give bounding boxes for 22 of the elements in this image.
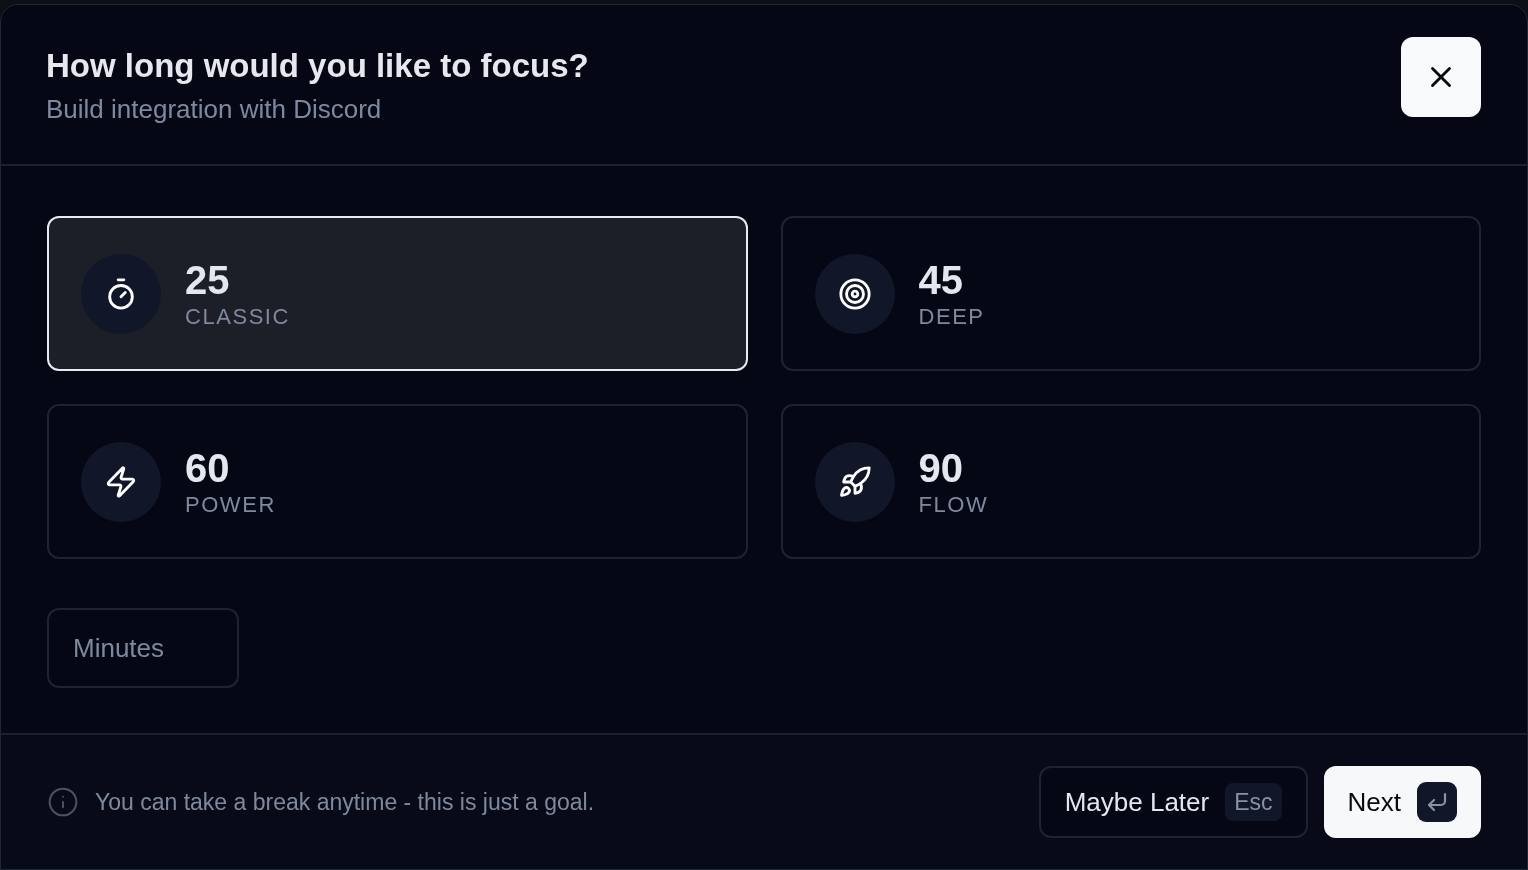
preset-label: CLASSIC [185,302,290,331]
dialog-subtitle: Build integration with Discord [46,93,383,126]
enter-key-icon [1417,782,1457,822]
preset-card[interactable]: 90 FLOW [780,404,1481,559]
info-icon [47,786,79,818]
close-button[interactable] [1401,37,1481,117]
preset-label: FLOW [918,490,989,519]
hint-text: You can take a break anytime - this is just a goal. [95,787,595,817]
preset-card[interactable]: 60 POWER [47,404,748,559]
preset-label: DEEP [918,302,985,331]
duration-value: 60 [185,444,231,491]
maybe-later-button[interactable]: Maybe Later Esc [1038,766,1308,838]
next-button[interactable]: Next [1323,766,1481,838]
duration-value: 25 [185,256,231,303]
duration-value: 90 [918,444,964,491]
dialog-title: How long would you like to focus? [46,46,589,86]
duration-value: 45 [918,256,964,303]
preset-card[interactable]: 25 CLASSIC [47,216,748,371]
preset-card[interactable]: 45 DEEP [780,216,1481,371]
keyboard-shortcut: Esc [1225,783,1282,821]
preset-label: POWER [185,490,276,519]
minutes-input[interactable]: Minutes [47,608,239,688]
